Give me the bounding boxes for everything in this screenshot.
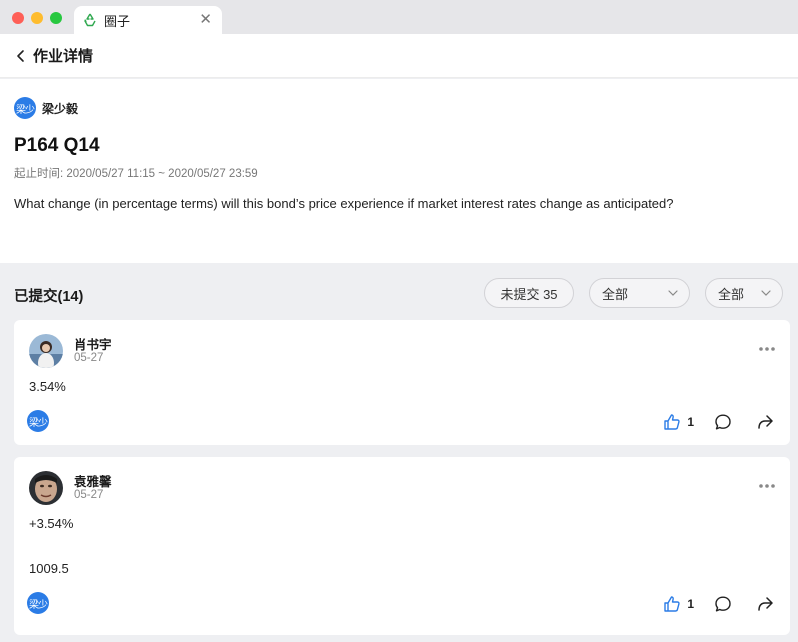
avatar[interactable]: 梁少 <box>27 410 49 432</box>
card-actions: 1 <box>663 595 774 613</box>
tab-close-icon[interactable]: ✕ <box>199 11 212 29</box>
zoom-window-button[interactable] <box>50 12 62 24</box>
assignment-panel: 梁少 梁少毅 P164 Q14 起止时间: 2020/05/27 11:15 ~… <box>0 79 798 263</box>
filter-1-value: 全部 <box>602 286 629 302</box>
page-title: 作业详情 <box>33 48 94 65</box>
unsubmitted-label: 未提交 35 <box>500 286 558 302</box>
submission-date: 05-27 <box>74 489 104 501</box>
more-options-icon[interactable] <box>758 483 776 489</box>
minimize-window-button[interactable] <box>31 12 43 24</box>
close-window-button[interactable] <box>12 12 24 24</box>
avatar[interactable] <box>29 471 63 505</box>
more-options-icon[interactable] <box>758 346 776 352</box>
comment-icon[interactable] <box>714 413 732 431</box>
assignment-author[interactable]: 梁少 梁少毅 <box>14 97 78 119</box>
answer-text: 1009.5 <box>29 561 69 576</box>
share-icon[interactable] <box>756 595 774 613</box>
assignment-title: P164 Q14 <box>14 135 100 156</box>
like-count: 1 <box>687 415 694 429</box>
share-icon[interactable] <box>756 413 774 431</box>
tab-circle[interactable]: 圈子 ✕ <box>74 6 222 34</box>
answer-text: +3.54% <box>29 516 74 531</box>
page-header: 作业详情 <box>0 34 798 78</box>
submitted-count-title: 已提交(14) <box>14 289 84 305</box>
filter-dropdown-1[interactable]: 全部 <box>589 278 690 308</box>
tab-title: 圈子 <box>104 13 131 29</box>
submission-card: 肖书宇 05-27 3.54% 梁少 1 <box>14 320 790 445</box>
window-titlebar: 圈子 ✕ <box>0 0 798 34</box>
like-count: 1 <box>687 597 694 611</box>
thumbs-up-icon[interactable] <box>663 413 681 431</box>
chevron-left-icon[interactable] <box>14 49 28 63</box>
chevron-down-icon <box>667 287 679 299</box>
filter-2-value: 全部 <box>718 286 745 302</box>
avatar[interactable] <box>29 334 63 368</box>
chevron-down-icon <box>760 287 772 299</box>
unsubmitted-button[interactable]: 未提交 35 <box>484 278 574 308</box>
student-name: 袁雅馨 <box>74 475 112 489</box>
avatar: 梁少 <box>14 97 36 119</box>
recycle-icon <box>82 12 98 28</box>
student-name: 肖书宇 <box>74 338 112 352</box>
filter-dropdown-2[interactable]: 全部 <box>705 278 783 308</box>
submission-card: 袁雅馨 05-27 +3.54% 1009.5 梁少 1 <box>14 457 790 635</box>
answer-text: 3.54% <box>29 379 66 394</box>
card-actions: 1 <box>663 413 774 431</box>
thumbs-up-icon[interactable] <box>663 595 681 613</box>
avatar[interactable]: 梁少 <box>27 592 49 614</box>
assignment-question: What change (in percentage terms) will t… <box>14 196 674 211</box>
assignment-deadline: 起止时间: 2020/05/27 11:15 ~ 2020/05/27 23:5… <box>14 168 258 180</box>
comment-icon[interactable] <box>714 595 732 613</box>
author-name: 梁少毅 <box>42 101 79 116</box>
submission-date: 05-27 <box>74 352 104 364</box>
submissions-header: 已提交(14) 未提交 35 全部 全部 <box>0 263 798 319</box>
